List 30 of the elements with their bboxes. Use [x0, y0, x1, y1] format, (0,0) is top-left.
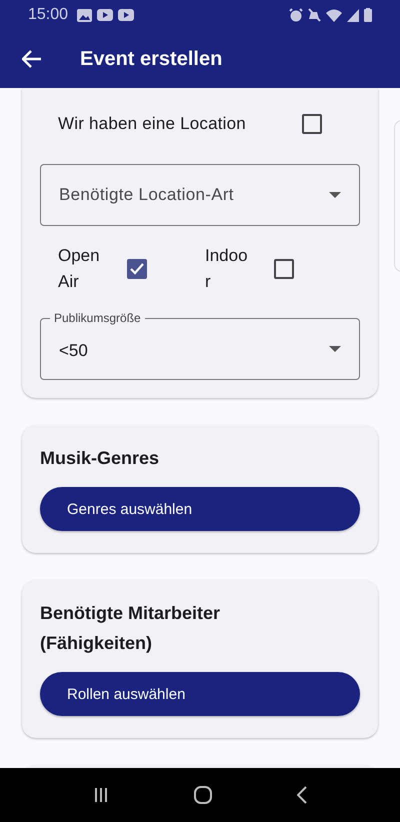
- checkbox-label: Open Air: [58, 245, 101, 293]
- battery-icon: [364, 8, 372, 22]
- card-title: Musik-Genres: [40, 447, 160, 470]
- play-icon: [97, 9, 114, 21]
- checkbox-label: Indoor: [205, 245, 249, 293]
- play-icon: [118, 9, 134, 21]
- caret-icon: [329, 192, 341, 198]
- checkbox[interactable]: [274, 259, 294, 279]
- home-icon[interactable]: [194, 786, 212, 804]
- select-button[interactable]: Genres auswählen: [40, 487, 360, 531]
- back-arrow-icon[interactable]: [22, 50, 42, 68]
- dropdown-placeholder: Benötigte Location-Art: [59, 185, 235, 205]
- recent-apps-icon[interactable]: [92, 787, 109, 803]
- dropdown-field[interactable]: Benötigte Location-Art: [40, 164, 360, 226]
- dropdown-value: <50: [59, 340, 89, 361]
- signal-icon: [347, 8, 359, 22]
- back-icon[interactable]: [297, 786, 308, 804]
- image-icon: [77, 8, 92, 22]
- mute-icon: [308, 8, 321, 22]
- caret-icon: [329, 346, 341, 352]
- checkbox-label: Wir haben eine Location: [58, 114, 246, 134]
- alarm-icon: [289, 8, 303, 22]
- wifi-icon: [326, 8, 342, 22]
- screen-title: Event erstellen: [80, 48, 222, 70]
- card-title: Benötigte Mitarbeiter (Fähigkeiten): [40, 602, 222, 655]
- checkbox[interactable]: [127, 259, 147, 279]
- select-button[interactable]: Rollen auswählen: [40, 672, 360, 716]
- status-time: 15:00: [28, 6, 68, 24]
- checkbox[interactable]: [302, 114, 322, 134]
- field-label: Publikumsgröße: [50, 310, 145, 326]
